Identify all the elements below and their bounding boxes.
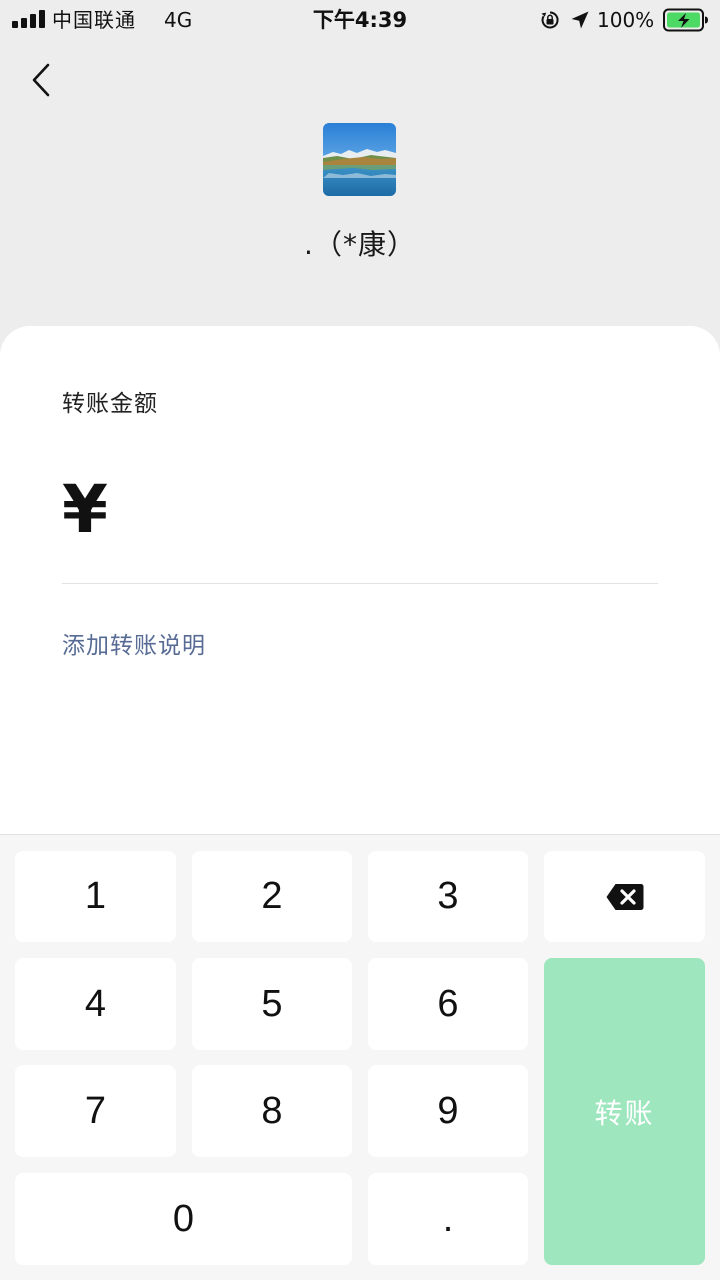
payee-avatar: [323, 123, 396, 196]
key-3[interactable]: 3: [368, 851, 528, 942]
chevron-left-icon: [32, 63, 50, 97]
battery-percentage: 100%: [597, 8, 655, 32]
transfer-button[interactable]: 转账: [544, 958, 705, 1265]
currency-symbol: ¥: [62, 471, 108, 548]
payee-name: .（*康）: [304, 228, 416, 261]
key-4[interactable]: 4: [15, 958, 176, 1050]
amount-input[interactable]: [130, 478, 650, 544]
key-7[interactable]: 7: [15, 1065, 176, 1157]
key-5[interactable]: 5: [192, 958, 352, 1050]
backspace-icon: [606, 883, 643, 910]
numeric-keypad: 1 2 3 4 5 6 转账 7 8 9 0 .: [0, 834, 720, 1280]
landscape-image: [323, 123, 396, 196]
delete-key[interactable]: [544, 851, 705, 942]
key-2[interactable]: 2: [192, 851, 352, 942]
status-bar: 中国联通 4G 下午4:39 100%: [0, 0, 720, 40]
amount-label: 转账金额: [62, 391, 158, 417]
transfer-card: 转账金额 ¥ 添加转账说明: [0, 326, 720, 846]
add-transfer-note-link[interactable]: 添加转账说明: [62, 630, 206, 662]
back-button[interactable]: [22, 58, 62, 102]
divider: [62, 583, 658, 584]
key-9[interactable]: 9: [368, 1065, 528, 1157]
key-0[interactable]: 0: [15, 1173, 352, 1265]
rotation-lock-icon: [541, 11, 559, 29]
key-8[interactable]: 8: [192, 1065, 352, 1157]
key-decimal-point[interactable]: .: [368, 1173, 528, 1265]
location-arrow-icon: [571, 11, 589, 29]
battery-charging-icon: [663, 8, 708, 32]
key-6[interactable]: 6: [368, 958, 528, 1050]
key-1[interactable]: 1: [15, 851, 176, 942]
